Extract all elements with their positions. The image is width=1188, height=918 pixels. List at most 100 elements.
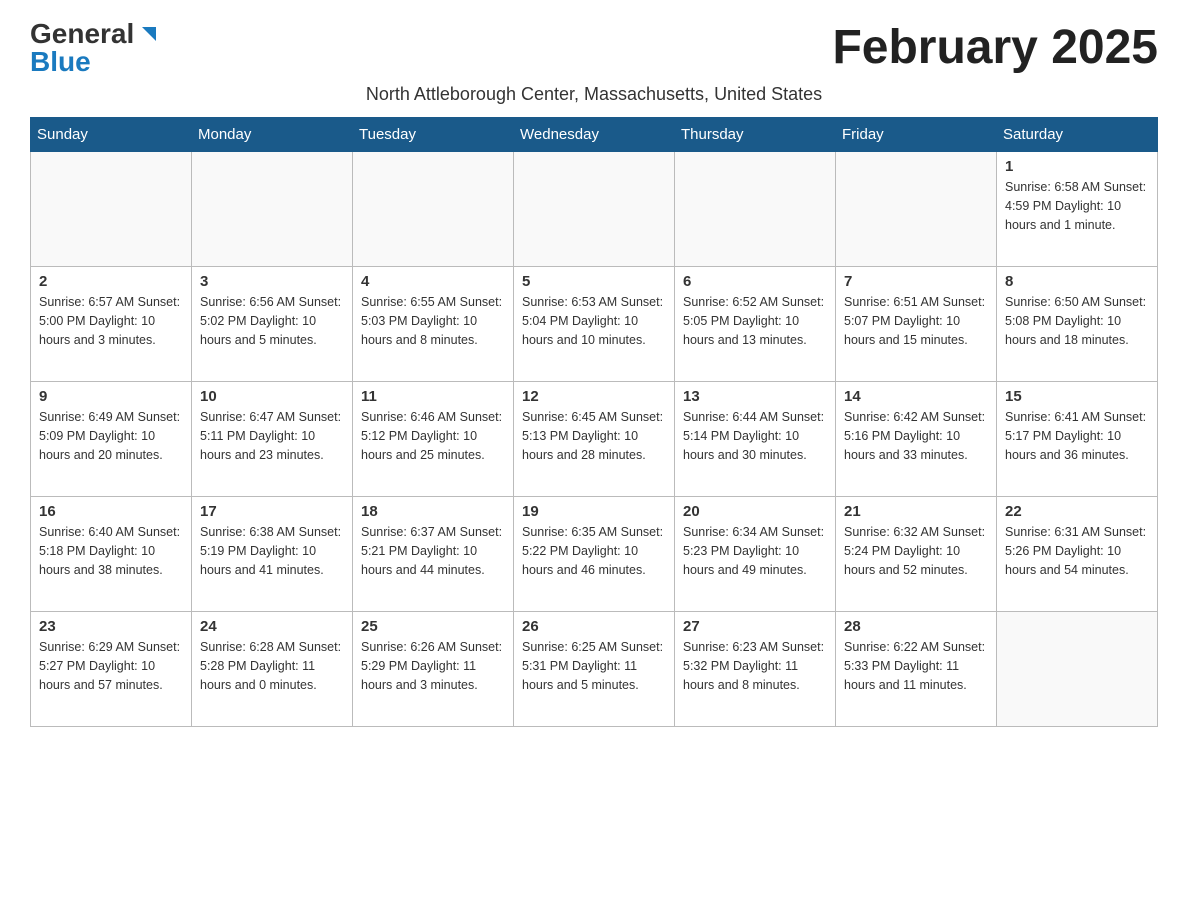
day-info: Sunrise: 6:42 AM Sunset: 5:16 PM Dayligh… xyxy=(844,408,988,464)
day-info: Sunrise: 6:57 AM Sunset: 5:00 PM Dayligh… xyxy=(39,293,183,349)
day-number: 14 xyxy=(844,388,988,405)
table-row xyxy=(514,152,675,267)
day-info: Sunrise: 6:25 AM Sunset: 5:31 PM Dayligh… xyxy=(522,638,666,694)
day-number: 11 xyxy=(361,388,505,405)
day-info: Sunrise: 6:38 AM Sunset: 5:19 PM Dayligh… xyxy=(200,523,344,579)
table-row xyxy=(997,612,1158,727)
day-number: 27 xyxy=(683,618,827,635)
week-row-3: 9 Sunrise: 6:49 AM Sunset: 5:09 PM Daylig… xyxy=(31,382,1158,497)
table-row xyxy=(675,152,836,267)
table-row: 11 Sunrise: 6:46 AM Sunset: 5:12 PM Dayli… xyxy=(353,382,514,497)
table-row: 16Sunrise: 6:40 AM Sunset: 5:18 PM Dayli… xyxy=(31,497,192,612)
day-number: 10 xyxy=(200,388,344,405)
col-saturday: Saturday xyxy=(997,118,1158,152)
logo-blue-text: Blue xyxy=(30,48,91,76)
logo: General Blue xyxy=(30,20,160,76)
day-info: Sunrise: 6:50 AM Sunset: 5:08 PM Dayligh… xyxy=(1005,293,1149,349)
day-number: 24 xyxy=(200,618,344,635)
table-row: 12 Sunrise: 6:45 AM Sunset: 5:13 PM Dayli… xyxy=(514,382,675,497)
day-number: 18 xyxy=(361,503,505,520)
table-row: 5Sunrise: 6:53 AM Sunset: 5:04 PM Daylig… xyxy=(514,267,675,382)
calendar-header-row: Sunday Monday Tuesday Wednesday Thursday… xyxy=(31,118,1158,152)
day-info: Sunrise: 6:45 AM Sunset: 5:13 PM Dayligh… xyxy=(522,408,666,464)
day-info: Sunrise: 6:31 AM Sunset: 5:26 PM Dayligh… xyxy=(1005,523,1149,579)
day-info: Sunrise: 6:32 AM Sunset: 5:24 PM Dayligh… xyxy=(844,523,988,579)
table-row xyxy=(836,152,997,267)
week-row-5: 23 Sunrise: 6:29 AM Sunset: 5:27 PM Dayli… xyxy=(31,612,1158,727)
day-info: Sunrise: 6:35 AM Sunset: 5:22 PM Dayligh… xyxy=(522,523,666,579)
table-row xyxy=(31,152,192,267)
calendar-table: Sunday Monday Tuesday Wednesday Thursday… xyxy=(30,117,1158,727)
day-number: 5 xyxy=(522,273,666,290)
day-info: Sunrise: 6:56 AM Sunset: 5:02 PM Dayligh… xyxy=(200,293,344,349)
day-number: 8 xyxy=(1005,273,1149,290)
table-row: 25Sunrise: 6:26 AM Sunset: 5:29 PM Dayli… xyxy=(353,612,514,727)
day-number: 21 xyxy=(844,503,988,520)
table-row: 14 Sunrise: 6:42 AM Sunset: 5:16 PM Dayli… xyxy=(836,382,997,497)
table-row xyxy=(353,152,514,267)
day-number: 26 xyxy=(522,618,666,635)
day-info: Sunrise: 6:46 AM Sunset: 5:12 PM Dayligh… xyxy=(361,408,505,464)
day-info: Sunrise: 6:44 AM Sunset: 5:14 PM Dayligh… xyxy=(683,408,827,464)
day-info: Sunrise: 6:22 AM Sunset: 5:33 PM Dayligh… xyxy=(844,638,988,694)
table-row: 28 Sunrise: 6:22 AM Sunset: 5:33 PM Dayli… xyxy=(836,612,997,727)
table-row: 23 Sunrise: 6:29 AM Sunset: 5:27 PM Dayli… xyxy=(31,612,192,727)
day-info: Sunrise: 6:28 AM Sunset: 5:28 PM Dayligh… xyxy=(200,638,344,694)
day-number: 22 xyxy=(1005,503,1149,520)
table-row: 24 Sunrise: 6:28 AM Sunset: 5:28 PM Dayli… xyxy=(192,612,353,727)
day-number: 17 xyxy=(200,503,344,520)
day-info: Sunrise: 6:58 AM Sunset: 4:59 PM Dayligh… xyxy=(1005,178,1149,234)
day-number: 9 xyxy=(39,388,183,405)
day-number: 7 xyxy=(844,273,988,290)
day-number: 13 xyxy=(683,388,827,405)
col-wednesday: Wednesday xyxy=(514,118,675,152)
day-number: 16 xyxy=(39,503,183,520)
table-row: 22 Sunrise: 6:31 AM Sunset: 5:26 PM Dayli… xyxy=(997,497,1158,612)
day-info: Sunrise: 6:26 AM Sunset: 5:29 PM Dayligh… xyxy=(361,638,505,694)
col-friday: Friday xyxy=(836,118,997,152)
day-info: Sunrise: 6:34 AM Sunset: 5:23 PM Dayligh… xyxy=(683,523,827,579)
table-row: 1Sunrise: 6:58 AM Sunset: 4:59 PM Daylig… xyxy=(997,152,1158,267)
day-info: Sunrise: 6:29 AM Sunset: 5:27 PM Dayligh… xyxy=(39,638,183,694)
col-monday: Monday xyxy=(192,118,353,152)
day-info: Sunrise: 6:49 AM Sunset: 5:09 PM Dayligh… xyxy=(39,408,183,464)
day-number: 3 xyxy=(200,273,344,290)
day-info: Sunrise: 6:52 AM Sunset: 5:05 PM Dayligh… xyxy=(683,293,827,349)
month-title: February 2025 xyxy=(832,20,1158,75)
day-info: Sunrise: 6:51 AM Sunset: 5:07 PM Dayligh… xyxy=(844,293,988,349)
table-row: 17 Sunrise: 6:38 AM Sunset: 5:19 PM Dayli… xyxy=(192,497,353,612)
day-number: 6 xyxy=(683,273,827,290)
table-row: 27 Sunrise: 6:23 AM Sunset: 5:32 PM Dayli… xyxy=(675,612,836,727)
day-info: Sunrise: 6:37 AM Sunset: 5:21 PM Dayligh… xyxy=(361,523,505,579)
table-row xyxy=(192,152,353,267)
day-number: 15 xyxy=(1005,388,1149,405)
table-row: 3 Sunrise: 6:56 AM Sunset: 5:02 PM Daylig… xyxy=(192,267,353,382)
table-row: 4 Sunrise: 6:55 AM Sunset: 5:03 PM Daylig… xyxy=(353,267,514,382)
day-number: 12 xyxy=(522,388,666,405)
table-row: 20 Sunrise: 6:34 AM Sunset: 5:23 PM Dayli… xyxy=(675,497,836,612)
table-row: 26 Sunrise: 6:25 AM Sunset: 5:31 PM Dayli… xyxy=(514,612,675,727)
day-info: Sunrise: 6:23 AM Sunset: 5:32 PM Dayligh… xyxy=(683,638,827,694)
table-row: 13 Sunrise: 6:44 AM Sunset: 5:14 PM Dayli… xyxy=(675,382,836,497)
col-tuesday: Tuesday xyxy=(353,118,514,152)
page-header: General Blue February 2025 xyxy=(30,20,1158,76)
table-row: 6 Sunrise: 6:52 AM Sunset: 5:05 PM Daylig… xyxy=(675,267,836,382)
table-row: 7 Sunrise: 6:51 AM Sunset: 5:07 PM Daylig… xyxy=(836,267,997,382)
col-thursday: Thursday xyxy=(675,118,836,152)
table-row: 15 Sunrise: 6:41 AM Sunset: 5:17 PM Dayli… xyxy=(997,382,1158,497)
table-row: 9 Sunrise: 6:49 AM Sunset: 5:09 PM Daylig… xyxy=(31,382,192,497)
table-row: 8 Sunrise: 6:50 AM Sunset: 5:08 PM Daylig… xyxy=(997,267,1158,382)
day-number: 20 xyxy=(683,503,827,520)
week-row-2: 2 Sunrise: 6:57 AM Sunset: 5:00 PM Daylig… xyxy=(31,267,1158,382)
day-info: Sunrise: 6:55 AM Sunset: 5:03 PM Dayligh… xyxy=(361,293,505,349)
day-info: Sunrise: 6:41 AM Sunset: 5:17 PM Dayligh… xyxy=(1005,408,1149,464)
day-number: 2 xyxy=(39,273,183,290)
col-sunday: Sunday xyxy=(31,118,192,152)
table-row: 2 Sunrise: 6:57 AM Sunset: 5:00 PM Daylig… xyxy=(31,267,192,382)
day-number: 4 xyxy=(361,273,505,290)
day-number: 23 xyxy=(39,618,183,635)
table-row: 21 Sunrise: 6:32 AM Sunset: 5:24 PM Dayli… xyxy=(836,497,997,612)
week-row-1: 1Sunrise: 6:58 AM Sunset: 4:59 PM Daylig… xyxy=(31,152,1158,267)
table-row: 18 Sunrise: 6:37 AM Sunset: 5:21 PM Dayli… xyxy=(353,497,514,612)
day-number: 28 xyxy=(844,618,988,635)
